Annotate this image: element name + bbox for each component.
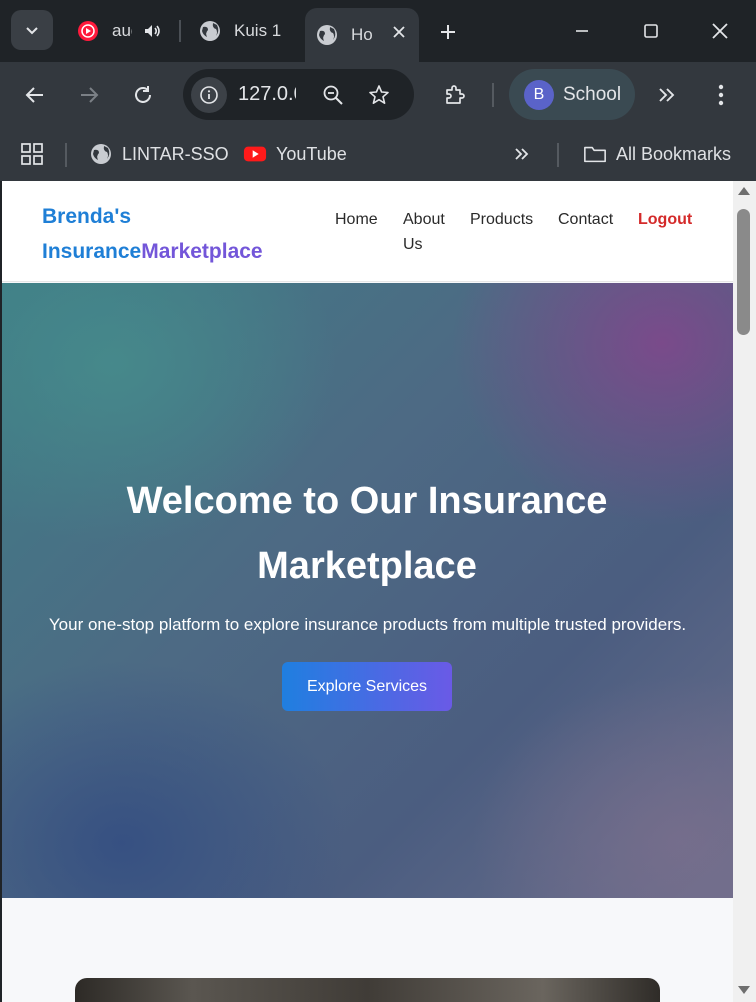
url-text[interactable]: 127.0.0.1 [238, 83, 296, 106]
profile-name: School [563, 83, 622, 105]
maximize-button[interactable] [622, 8, 680, 54]
bookmark-star-icon[interactable] [363, 79, 395, 111]
site-info-icon[interactable] [191, 77, 227, 113]
nav-about-line-1: About [403, 211, 445, 228]
menu-button[interactable] [701, 75, 741, 115]
maximize-icon [644, 24, 658, 38]
hero-subtitle: Your one-stop platform to explore insura… [48, 615, 687, 634]
apps-button[interactable] [20, 138, 44, 170]
page-scrollbar[interactable] [733, 181, 756, 1002]
avatar: B [524, 79, 554, 110]
tab-audio[interactable]: audio [66, 9, 178, 53]
bookmark-lintar-sso[interactable]: LINTAR-SSO [89, 138, 229, 170]
page-viewport: Brenda's InsuranceMarketplace Home About… [2, 181, 733, 1002]
puzzle-icon [446, 85, 465, 104]
nav-about-line-2: Us [403, 236, 423, 253]
nav-contact[interactable]: Contact [558, 207, 613, 232]
tab-title: Kuis 1 [234, 21, 282, 40]
reload-icon [135, 86, 151, 103]
globe-icon [315, 23, 339, 47]
plus-icon [441, 25, 455, 39]
site-header: Brenda's InsuranceMarketplace Home About… [2, 181, 733, 282]
more-tools-button[interactable] [647, 75, 687, 115]
apps-grid-icon [21, 143, 43, 165]
close-icon [712, 23, 728, 39]
browser-toolbar: 127.0.0.1 B School [0, 62, 756, 128]
hero-title: Welcome to Our Insurance Marketplace [126, 480, 608, 587]
forward-button[interactable] [69, 75, 109, 115]
arrow-right-icon [81, 87, 99, 103]
bookmark-separator [557, 143, 559, 167]
explore-services-button[interactable]: Explore Services [282, 662, 452, 711]
tab-strip: audio Kuis 1 Home [0, 0, 756, 62]
logo-line-1: Brenda's [42, 205, 132, 228]
nav-logout[interactable]: Logout [638, 207, 692, 232]
minimize-button[interactable] [553, 8, 611, 54]
logo-word-marketplace: Marketplace [141, 240, 263, 263]
tab-title: Home [351, 25, 373, 44]
speaker-icon[interactable] [142, 21, 162, 41]
new-tab-button[interactable] [430, 14, 466, 50]
tab-kuis[interactable]: Kuis 1 [188, 9, 298, 53]
folder-icon [583, 142, 607, 166]
youtube-music-icon [76, 19, 100, 43]
nav-home[interactable]: Home [335, 207, 378, 232]
kebab-menu-icon [718, 84, 724, 106]
all-bookmarks-button[interactable]: All Bookmarks [583, 138, 731, 170]
bookmark-youtube[interactable]: YouTube [243, 138, 347, 170]
bookmark-label: YouTube [276, 143, 347, 164]
address-bar[interactable]: 127.0.0.1 [183, 69, 414, 120]
double-chevron-right-icon [515, 148, 529, 160]
reload-button[interactable] [123, 75, 163, 115]
nav-about[interactable]: About Us [403, 207, 445, 257]
chevron-down-icon [26, 27, 38, 35]
tab-separator [179, 20, 181, 42]
site-logo[interactable]: Brenda's InsuranceMarketplace [42, 199, 302, 269]
all-bookmarks-label: All Bookmarks [616, 143, 732, 164]
tab-home-active[interactable]: Home [305, 8, 419, 62]
extensions-button[interactable] [435, 75, 475, 115]
logo-word-insurance: Insurance [42, 240, 142, 263]
close-window-button[interactable] [691, 8, 749, 54]
more-bookmarks-button[interactable] [512, 138, 532, 170]
bookmark-separator [65, 143, 67, 167]
content-section [2, 898, 733, 1002]
youtube-icon [243, 142, 267, 166]
nav-products[interactable]: Products [470, 207, 533, 232]
double-chevron-right-icon [659, 88, 675, 102]
tab-title: audio [112, 21, 132, 40]
zoom-icon[interactable] [317, 79, 349, 111]
toolbar-divider [492, 83, 494, 107]
globe-icon [198, 19, 222, 43]
hero-section: Welcome to Our Insurance Marketplace You… [2, 283, 733, 898]
tab-search-button[interactable] [11, 10, 53, 50]
globe-icon [89, 142, 113, 166]
bookmarks-bar: LINTAR-SSO YouTube All Bookmarks [0, 128, 756, 181]
bookmark-label: LINTAR-SSO [122, 143, 229, 164]
profile-button[interactable]: B School [509, 69, 635, 120]
back-button[interactable] [15, 75, 55, 115]
minimize-icon [576, 30, 588, 32]
card-image [75, 978, 660, 1002]
scroll-down-arrow-icon[interactable] [738, 986, 750, 994]
arrow-left-icon [25, 87, 43, 103]
close-tab-icon[interactable] [387, 20, 411, 44]
scrollbar-thumb[interactable] [737, 209, 750, 335]
scroll-up-arrow-icon[interactable] [738, 187, 750, 195]
